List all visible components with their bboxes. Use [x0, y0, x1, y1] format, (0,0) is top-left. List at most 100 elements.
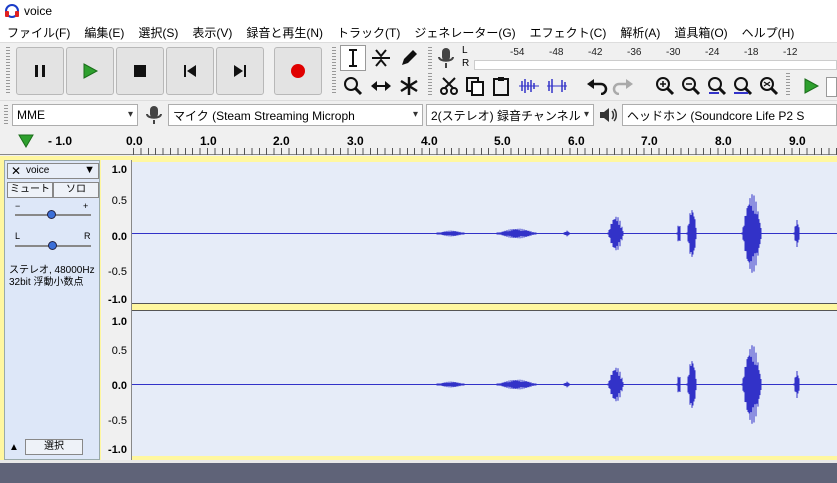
zoom-selection-icon: [708, 77, 727, 96]
scissors-icon: [440, 77, 458, 95]
time-shift-tool[interactable]: [368, 73, 394, 99]
track-name: voice: [26, 165, 50, 176]
toolbar-grip[interactable]: [6, 47, 10, 95]
undo-icon: [587, 79, 608, 95]
skip-end-icon: [234, 65, 246, 77]
undo-button[interactable]: [584, 73, 610, 99]
gain-minus-label: −: [15, 201, 21, 211]
paste-button[interactable]: [488, 73, 514, 99]
ruler-ticks: [133, 148, 837, 155]
audio-host-select[interactable]: MME ▾: [12, 104, 138, 126]
meter-tick: -42: [588, 47, 603, 58]
edit-grip[interactable]: [428, 73, 432, 97]
silence-button[interactable]: [544, 73, 570, 99]
meter-bar: [474, 60, 837, 70]
redo-button[interactable]: [610, 73, 636, 99]
speaker-icon: [600, 108, 617, 122]
meter-tick: -36: [627, 47, 642, 58]
select-track-button[interactable]: 選択: [25, 439, 83, 455]
fit-selection-button[interactable]: [704, 73, 730, 99]
record-meter-mic-icon[interactable]: [437, 47, 455, 69]
chevron-down-icon: ▾: [412, 109, 418, 120]
ruler-label: - 1.0: [48, 134, 73, 148]
speed-slider[interactable]: [826, 77, 837, 97]
amp-label: 1.0: [111, 164, 127, 176]
chevron-down-icon: ▾: [127, 109, 133, 120]
menu-file[interactable]: ファイル(F): [0, 24, 77, 41]
zoom-toggle-icon: [760, 77, 779, 96]
pencil-icon: [402, 50, 417, 65]
meter-tick: -48: [549, 47, 564, 58]
playback-device-value: ヘッドホン (Soundcore Life P2 S: [627, 108, 805, 123]
meter-grip[interactable]: [428, 47, 432, 69]
window-title: voice: [24, 4, 53, 18]
play-at-speed-button[interactable]: [798, 73, 824, 99]
amp-label: -0.5: [108, 266, 127, 278]
gain-plus-label: +: [83, 201, 89, 211]
menu-transport[interactable]: 録音と再生(N): [239, 24, 330, 41]
draw-tool[interactable]: [396, 45, 422, 71]
gain-slider-thumb[interactable]: [47, 210, 56, 219]
stop-button[interactable]: [116, 47, 164, 95]
meter-channel-r: R: [462, 58, 470, 69]
mute-button[interactable]: ミュート: [7, 182, 53, 198]
menu-tools[interactable]: 道具箱(O): [667, 24, 734, 41]
meter-tick: -18: [744, 47, 759, 58]
amplitude-ruler[interactable]: 1.0 0.5 0.0 -0.5 -1.0 1.0 0.5 0.0 -0.5 -…: [101, 160, 132, 460]
timeline-ruler[interactable]: - 1.0 0.0 1.0 2.0 3.0 4.0 5.0 6.0 7.0 8.…: [0, 128, 837, 155]
close-track-icon[interactable]: ✕: [11, 164, 21, 178]
skip-to-end-button[interactable]: [216, 47, 264, 95]
cut-button[interactable]: [436, 73, 462, 99]
copy-icon: [466, 77, 484, 96]
play-at-speed-grip[interactable]: [786, 73, 790, 97]
recording-device-value: マイク (Steam Streaming Microph: [173, 108, 355, 123]
record-meter[interactable]: L R -54 -48 -42 -36 -30 -24 -18 -12: [462, 45, 837, 71]
zoom-fit-icon: [734, 77, 753, 96]
device-grip[interactable]: [4, 105, 8, 125]
menu-tracks[interactable]: トラック(T): [330, 24, 407, 41]
track-control-panel[interactable]: ✕ voice ▼ ミュート ソロ − + L R ステレオ, 48000Hz …: [4, 160, 100, 460]
envelope-tool[interactable]: [368, 45, 394, 71]
menu-effect[interactable]: エフェクト(C): [523, 24, 614, 41]
multi-tool[interactable]: [396, 73, 422, 99]
amp-label: 0.5: [111, 345, 127, 357]
play-button[interactable]: [66, 47, 114, 95]
copy-button[interactable]: [462, 73, 488, 99]
zoom-tool[interactable]: [340, 73, 366, 99]
zoom-out-button[interactable]: [678, 73, 704, 99]
recording-channels-value: 2(ステレオ) 録音チャンネル: [431, 108, 581, 123]
fit-project-button[interactable]: [730, 73, 756, 99]
menu-edit[interactable]: 編集(E): [77, 24, 131, 41]
playback-device-select[interactable]: ヘッドホン (Soundcore Life P2 S: [622, 104, 837, 126]
collapse-track-icon[interactable]: ▲: [9, 442, 19, 453]
recording-device-select[interactable]: マイク (Steam Streaming Microph ▾: [168, 104, 423, 126]
waveform-right-channel[interactable]: [132, 311, 837, 456]
channel-separator: [132, 303, 837, 311]
pause-button[interactable]: [16, 47, 64, 95]
menu-help[interactable]: ヘルプ(H): [735, 24, 802, 41]
pan-slider-thumb[interactable]: [48, 241, 57, 250]
zoom-toggle-button[interactable]: [756, 73, 782, 99]
menu-view[interactable]: 表示(V): [185, 24, 239, 41]
solo-button[interactable]: ソロ: [53, 182, 99, 198]
menu-generate[interactable]: ジェネレーター(G): [407, 24, 522, 41]
meter-tick: -54: [510, 47, 525, 58]
pinned-play-head-icon[interactable]: [18, 134, 34, 148]
zoom-in-button[interactable]: [652, 73, 678, 99]
menu-analyze[interactable]: 解析(A): [613, 24, 667, 41]
record-button[interactable]: [274, 47, 322, 95]
menu-select[interactable]: 選択(S): [131, 24, 185, 41]
menu-bar: ファイル(F) 編集(E) 選択(S) 表示(V) 録音と再生(N) トラック(…: [0, 22, 837, 42]
waveform-left-channel[interactable]: [132, 162, 837, 303]
recording-channels-select[interactable]: 2(ステレオ) 録音チャンネル ▾: [426, 104, 594, 126]
skip-to-start-button[interactable]: [166, 47, 214, 95]
meter-scale: -54 -48 -42 -36 -30 -24 -18 -12: [474, 47, 837, 59]
track-name-menu[interactable]: ✕ voice ▼: [7, 163, 99, 179]
selection-tool[interactable]: [340, 45, 366, 71]
ruler-label: 4.0: [421, 134, 438, 148]
trim-button[interactable]: [516, 73, 542, 99]
tools-grip[interactable]: [332, 47, 336, 95]
meter-tick: -30: [666, 47, 681, 58]
meter-tick: -24: [705, 47, 720, 58]
empty-track-space[interactable]: [0, 460, 837, 483]
